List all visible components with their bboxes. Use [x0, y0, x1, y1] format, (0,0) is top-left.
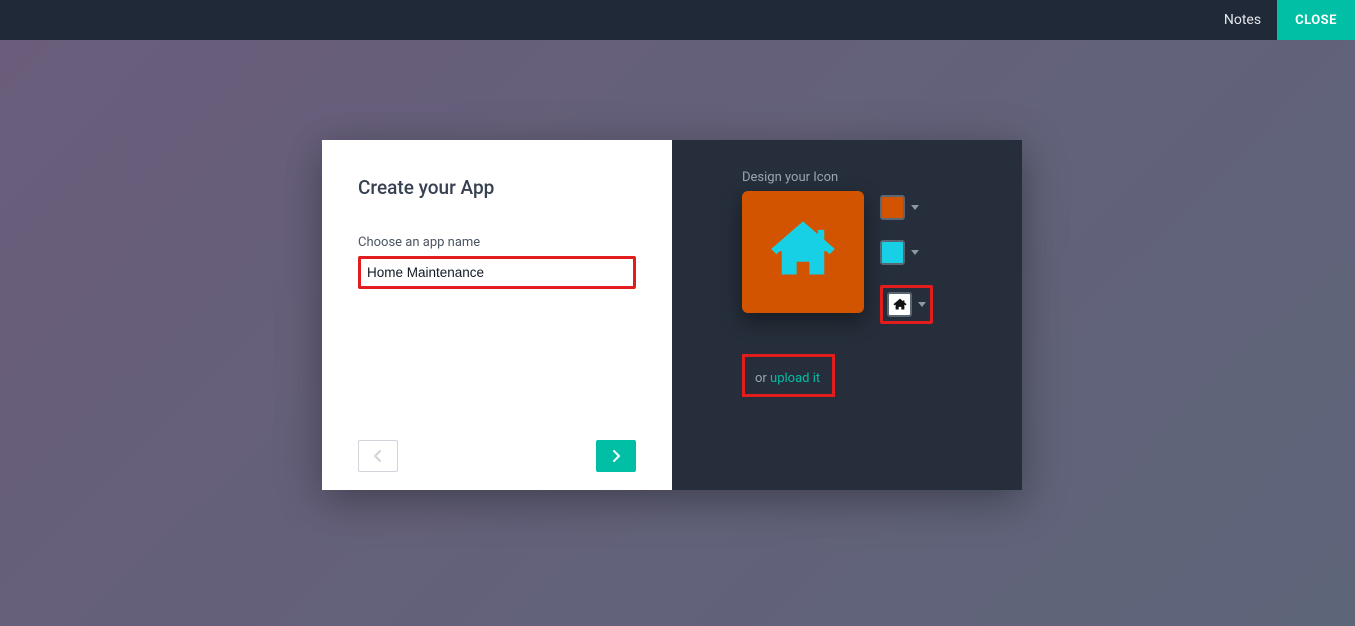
upload-or-text: or: [755, 371, 770, 386]
close-button[interactable]: CLOSE: [1277, 0, 1355, 40]
next-button[interactable]: [596, 440, 636, 472]
top-bar: Notes CLOSE: [0, 0, 1355, 40]
chevron-left-icon: [373, 447, 383, 466]
left-pane: Create your App Choose an app name: [322, 140, 672, 490]
icon-shape-swatch[interactable]: [887, 292, 912, 317]
icon-pickers: [880, 191, 933, 324]
foreground-color-swatch[interactable]: [880, 240, 905, 265]
background-color-swatch[interactable]: [880, 195, 905, 220]
upload-row: or upload it: [742, 354, 992, 397]
upload-highlight: or upload it: [742, 354, 835, 397]
wizard-nav: [358, 440, 636, 472]
foreground-color-picker[interactable]: [880, 240, 933, 265]
chevron-right-icon: [611, 447, 621, 466]
upload-link[interactable]: upload it: [770, 371, 820, 386]
app-name-input[interactable]: [363, 261, 631, 284]
dialog-title: Create your App: [358, 176, 636, 199]
prev-button[interactable]: [358, 440, 398, 472]
chevron-down-icon: [918, 302, 926, 307]
home-icon: [769, 219, 837, 285]
create-app-dialog: Create your App Choose an app name Desig…: [322, 140, 1022, 490]
design-icon-label: Design your Icon: [742, 170, 992, 185]
app-name-highlight: [358, 256, 636, 289]
chevron-down-icon: [911, 205, 919, 210]
app-name-label: Choose an app name: [358, 235, 636, 250]
chevron-down-icon: [911, 250, 919, 255]
icon-shape-picker[interactable]: [887, 292, 926, 317]
icon-picker-highlight: [880, 285, 933, 324]
right-pane: Design your Icon: [672, 140, 1022, 490]
notes-button[interactable]: Notes: [1208, 0, 1277, 40]
icon-preview: [742, 191, 864, 313]
background-color-picker[interactable]: [880, 195, 933, 220]
